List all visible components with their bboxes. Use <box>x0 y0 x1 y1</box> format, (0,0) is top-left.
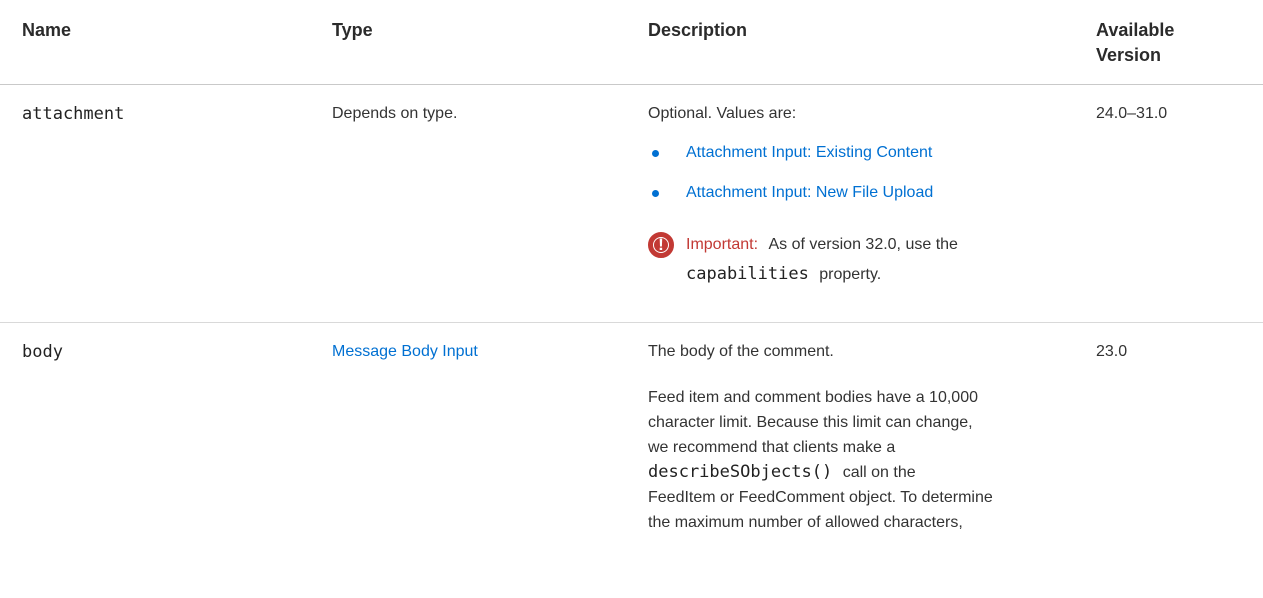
list-item: Attachment Input: New File Upload <box>648 182 933 222</box>
list-item: Attachment Input: Existing Content <box>648 142 933 182</box>
link-attachment-new-file-upload[interactable]: Attachment Input: New File Upload <box>686 184 933 201</box>
paragraph-line: character limit. Because this limit can … <box>648 414 973 431</box>
paragraph-line: Feed item and comment bodies have a 10,0… <box>648 389 978 406</box>
body-description-paragraph: Feed item and comment bodies have a 10,0… <box>648 385 1088 535</box>
header-name: Name <box>22 20 72 40</box>
important-label: Important: <box>686 236 759 253</box>
header-divider <box>0 84 1263 85</box>
field-name-attachment: attachment <box>22 104 125 124</box>
link-attachment-existing-content[interactable]: Attachment Input: Existing Content <box>686 144 932 161</box>
bullet-icon <box>652 150 659 157</box>
header-version-line1: Available <box>1096 20 1175 40</box>
important-text: As of version 32.0, use the <box>768 236 958 253</box>
row-divider <box>0 322 1263 323</box>
field-type-attachment: Depends on type. <box>332 105 458 122</box>
version-attachment: 24.0–31.0 <box>1096 105 1168 122</box>
bullet-icon <box>652 190 659 197</box>
api-reference-table: Name Type Description Available Version … <box>0 0 1263 598</box>
field-name-body: body <box>22 342 63 362</box>
header-description: Description <box>648 20 748 40</box>
code-tail: call on the <box>842 464 916 481</box>
description-intro-body: The body of the comment. <box>648 343 834 360</box>
version-body: 23.0 <box>1096 343 1128 360</box>
important-icon: ! <box>648 232 674 258</box>
paragraph-line: the maximum number of allowed characters… <box>648 514 963 531</box>
header-available-version: Available Version <box>1096 18 1174 68</box>
header-type: Type <box>332 20 373 40</box>
important-note: ! Important: As of version 32.0, use the… <box>648 232 1088 302</box>
important-code: capabilities <box>686 264 809 284</box>
attachment-values-list: Attachment Input: Existing Content Attac… <box>648 142 933 222</box>
important-tail: property. <box>819 266 882 283</box>
paragraph-line: we recommend that clients make a <box>648 439 896 456</box>
link-message-body-input[interactable]: Message Body Input <box>332 341 478 363</box>
code-describe-sobjects: describeSObjects() <box>648 462 833 482</box>
header-version-line2: Version <box>1096 45 1162 65</box>
description-intro-attachment: Optional. Values are: <box>648 105 797 122</box>
paragraph-line: FeedItem or FeedComment object. To deter… <box>648 489 993 506</box>
